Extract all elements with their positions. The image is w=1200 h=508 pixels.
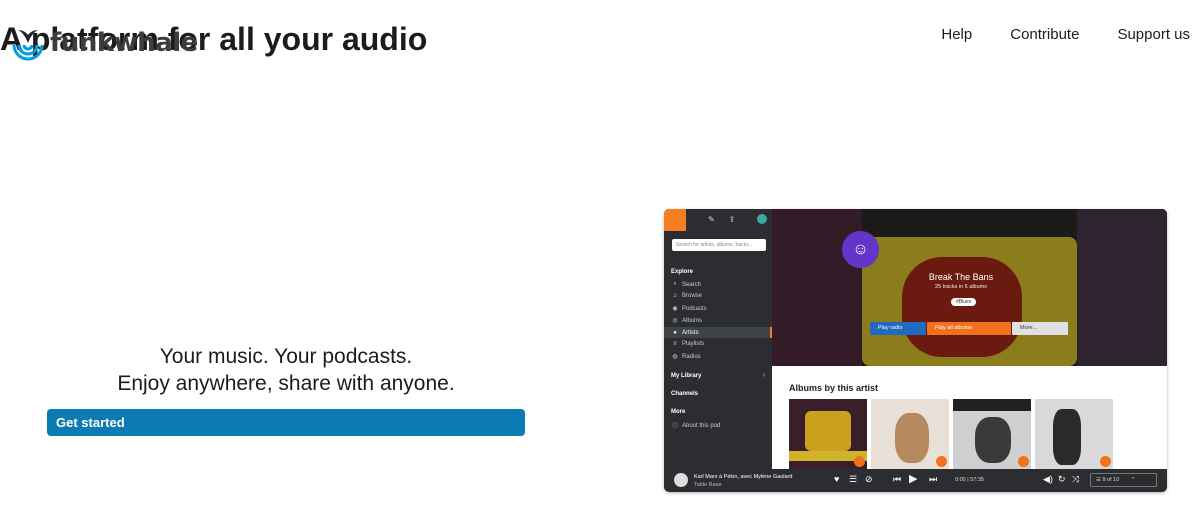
nav-support-us[interactable]: Support us [1117, 26, 1190, 43]
mock-albums-heading: Albums by this artist [789, 383, 879, 394]
mock-section-my-library: My Library [671, 373, 702, 380]
mock-artist-counts: 25 tracks in 6 albums [935, 284, 987, 291]
mock-logo-icon [664, 209, 686, 232]
get-started-button[interactable]: Get started [47, 409, 525, 437]
repeat-icon: ↻ [1058, 474, 1066, 485]
nav-help[interactable]: Help [941, 26, 972, 43]
list-icon: ☰ [849, 474, 858, 485]
volume-icon: ◀) [1043, 474, 1053, 485]
nav-contribute[interactable]: Contribute [1010, 26, 1079, 43]
upload-icon: ⇪ [728, 215, 736, 225]
tagline-line-2: Enjoy anywhere, share with anyone. [117, 372, 455, 396]
mock-album-cover [953, 399, 1031, 470]
heart-icon: ♥ [834, 474, 840, 485]
list-icon: ≡ [673, 341, 677, 348]
next-icon: ⏭ [929, 474, 938, 485]
mock-section-channels: Channels [671, 391, 699, 398]
chevron-right-icon: › [762, 372, 765, 380]
play-icon [936, 456, 947, 468]
mock-player-bar: Karl Marx à Pékin, avec Mylène Gaulard T… [664, 469, 1167, 493]
mock-item-playlists: ≡ Playlists [673, 341, 705, 348]
mock-section-more: More [671, 409, 686, 416]
mock-search-input: Search for artists, albums, tracks… [672, 239, 766, 252]
mock-item-search: ⌕ Search [673, 281, 702, 288]
mock-more-button: More... [1012, 322, 1068, 336]
mock-track-album: Table Rase [694, 482, 722, 489]
mock-item-albums: ◎ Albums [672, 317, 703, 325]
app-screenshot: ✎ ⇪ Search for artists, albums, tracks… … [664, 209, 1167, 493]
hero-tagline: Your music. Your podcasts. Enjoy anywher… [47, 343, 525, 397]
mock-album-cover [871, 399, 949, 470]
mock-item-browse: ♫ Browse [672, 293, 703, 300]
user-icon: ● [673, 329, 677, 336]
search-icon: ⌕ [673, 281, 677, 288]
disc-icon: ◎ [672, 318, 678, 325]
mock-track-title: Karl Marx à Pékin, avec Mylène Gaulard [694, 474, 793, 481]
mock-toolbar: ✎ ⇪ [708, 215, 735, 224]
hide-icon: ⊘ [865, 474, 873, 485]
info-icon: ⓘ [672, 424, 679, 431]
mock-time: 0:00 | 57:35 [955, 477, 984, 484]
top-nav: Help Contribute Support us [941, 26, 1190, 43]
mock-artist-name: Break The Bans [928, 272, 994, 283]
mock-artist-tag: #Blues [951, 298, 977, 307]
mock-item-podcasts: ◉ Podcasts [672, 305, 707, 313]
tagline-line-1: Your music. Your podcasts. [159, 345, 413, 369]
previous-icon: ⏮ [893, 474, 902, 485]
play-icon: ▶ [909, 473, 918, 486]
cover-thumbnail [674, 473, 688, 488]
whale-logo-icon [12, 30, 44, 61]
play-icon [854, 456, 865, 468]
mock-item-about: ⓘ About this pod [672, 422, 721, 431]
mock-section-explore: Explore [671, 269, 694, 276]
podcast-icon: ◉ [672, 306, 678, 313]
mock-queue: ☰ 9 of 10 ⌃ [1090, 473, 1157, 488]
play-icon [1018, 456, 1029, 468]
mock-play-all-button: Play all albums [927, 322, 1011, 336]
mock-item-artists: ● Artists [664, 327, 772, 339]
mock-sidebar: ✎ ⇪ Search for artists, albums, tracks… … [664, 209, 772, 470]
play-icon [1100, 456, 1111, 468]
mock-album-cover [1035, 399, 1113, 470]
shuffle-icon: ⤨ [1072, 474, 1080, 485]
radio-icon: ◍ [672, 354, 678, 361]
mock-item-radios: ◍ Radios [672, 353, 701, 361]
mock-play-radio-button: Play radio [870, 322, 926, 336]
mock-avatar [757, 214, 767, 225]
mock-album-cover [789, 399, 867, 470]
wrench-icon: ✎ [708, 215, 715, 225]
brand-name: funkwhale [50, 28, 198, 59]
music-note-icon: ♫ [672, 293, 678, 300]
funkwhale-logo[interactable]: funkwhale [10, 25, 198, 61]
